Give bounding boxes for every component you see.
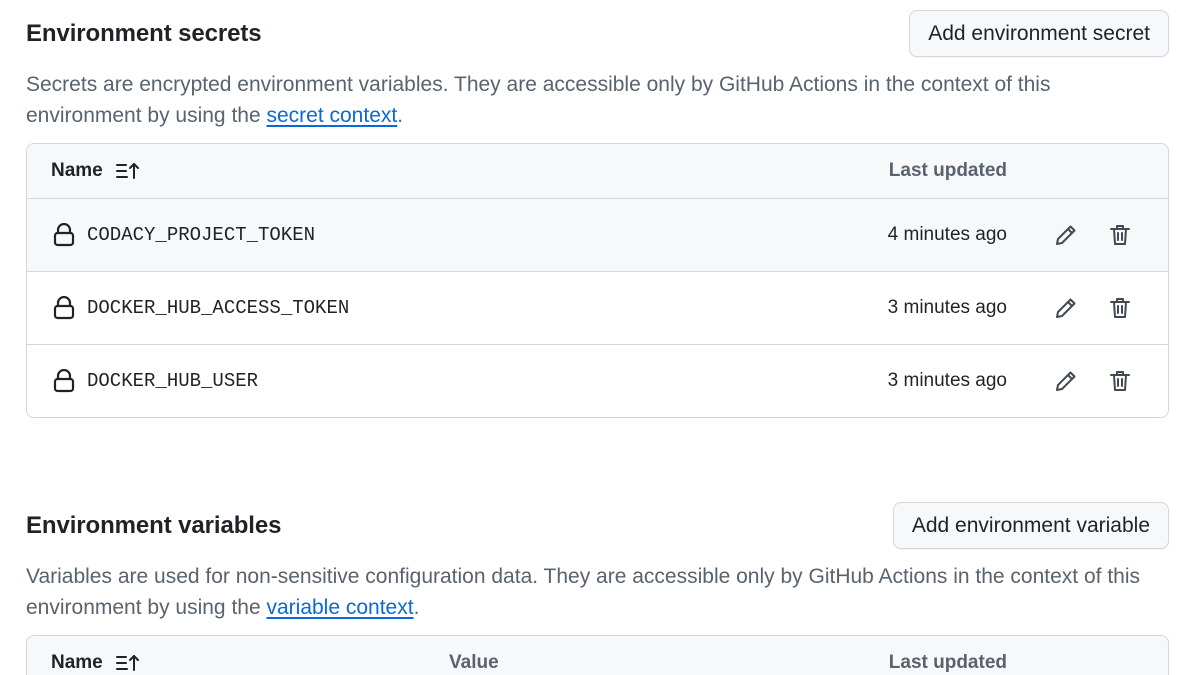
secrets-table: Name Last updated CODACY_PROJECT_TOKEN 4… xyxy=(26,143,1169,418)
secrets-description-end: . xyxy=(397,104,404,127)
lock-icon xyxy=(53,368,75,398)
secret-last-updated: 3 minutes ago xyxy=(887,370,1007,391)
column-name-label: Name xyxy=(51,652,103,673)
lock-icon xyxy=(53,295,75,325)
variables-description: Variables are used for non-sensitive con… xyxy=(26,561,1156,623)
variables-header: Environment variables Add environment va… xyxy=(26,502,1169,549)
variables-description-text: Variables are used for non-sensitive con… xyxy=(26,565,1141,619)
secret-row: DOCKER_HUB_ACCESS_TOKEN 3 minutes ago xyxy=(27,272,1168,345)
delete-trash-icon[interactable] xyxy=(1106,367,1134,395)
edit-pencil-icon[interactable] xyxy=(1052,294,1080,322)
sort-ascending-icon[interactable] xyxy=(115,653,141,673)
sort-ascending-icon[interactable] xyxy=(115,161,141,181)
variables-title: Environment variables xyxy=(26,511,282,539)
variables-table: Name Value Last updated xyxy=(26,635,1169,675)
environment-variables-section: Environment variables Add environment va… xyxy=(26,502,1169,675)
variable-context-link[interactable]: variable context xyxy=(266,596,413,619)
edit-pencil-icon[interactable] xyxy=(1052,221,1080,249)
delete-trash-icon[interactable] xyxy=(1106,221,1134,249)
secrets-table-header: Name Last updated xyxy=(27,144,1168,199)
settings-page: Environment secrets Add environment secr… xyxy=(0,0,1200,675)
environment-secrets-section: Environment secrets Add environment secr… xyxy=(26,10,1169,418)
add-environment-secret-button[interactable]: Add environment secret xyxy=(909,10,1169,57)
column-last-updated-header: Last updated xyxy=(888,160,1007,181)
secret-row: CODACY_PROJECT_TOKEN 4 minutes ago xyxy=(27,199,1168,272)
secrets-header: Environment secrets Add environment secr… xyxy=(26,10,1169,57)
delete-trash-icon[interactable] xyxy=(1106,294,1134,322)
edit-pencil-icon[interactable] xyxy=(1052,367,1080,395)
secret-name: CODACY_PROJECT_TOKEN xyxy=(87,224,316,246)
secret-last-updated: 3 minutes ago xyxy=(887,297,1007,318)
column-name-header[interactable]: Name xyxy=(51,144,141,198)
secrets-title: Environment secrets xyxy=(26,19,262,47)
secret-context-link[interactable]: secret context xyxy=(266,104,397,127)
column-last-updated-header: Last updated xyxy=(888,652,1007,673)
variables-table-header: Name Value Last updated xyxy=(27,636,1168,675)
secret-last-updated: 4 minutes ago xyxy=(887,224,1007,245)
secret-row: DOCKER_HUB_USER 3 minutes ago xyxy=(27,345,1168,417)
secret-name: DOCKER_HUB_USER xyxy=(87,370,259,392)
secret-name: DOCKER_HUB_ACCESS_TOKEN xyxy=(87,297,350,319)
add-environment-variable-button[interactable]: Add environment variable xyxy=(892,502,1169,549)
lock-icon xyxy=(53,222,75,252)
column-name-label: Name xyxy=(51,160,103,181)
variables-description-end: . xyxy=(413,596,420,619)
column-name-header[interactable]: Name xyxy=(51,636,141,675)
column-value-header: Value xyxy=(449,652,499,673)
secrets-description: Secrets are encrypted environment variab… xyxy=(26,69,1156,131)
secrets-description-text: Secrets are encrypted environment variab… xyxy=(26,73,1051,127)
